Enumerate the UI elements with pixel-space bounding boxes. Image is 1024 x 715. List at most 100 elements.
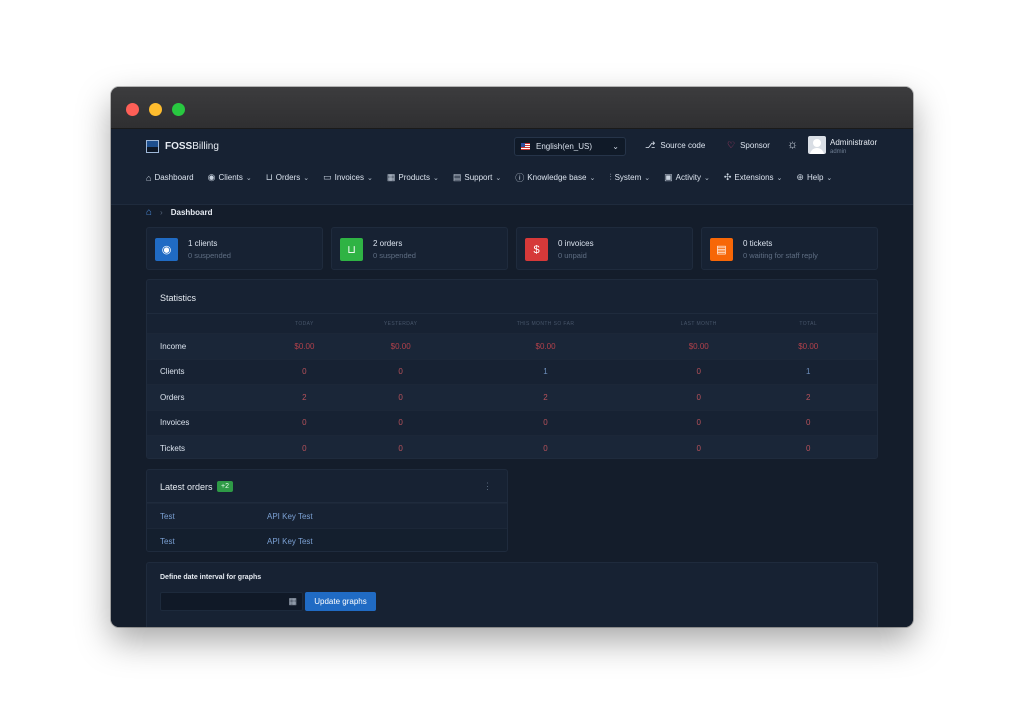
graph-date-panel: Define date interval for graphs ▦ Update… [146,562,878,627]
card-title: 2 orders [373,239,403,248]
clients-summary-card[interactable]: ◉ 1 clients 0 suspended [146,227,323,270]
column-header: Last month [680,320,717,327]
nav-clients[interactable]: ◉ Clients ⌄ [208,171,252,184]
cart-icon: ⊔ [340,238,363,261]
close-window-button[interactable] [126,103,139,116]
tickets-summary-card[interactable]: ▤ 0 tickets 0 waiting for staff reply [701,227,878,270]
source-code-link[interactable]: ⎇ Source code [645,140,705,151]
nav-activity[interactable]: ▣ Activity ⌄ [664,171,710,184]
table-row[interactable]: Test API Key Test [147,528,507,551]
nav-label: Clients [218,173,243,182]
table-cell: $0.00 [535,341,556,351]
window-titlebar [111,87,913,129]
sponsor-label: Sponsor [740,141,770,150]
table-cell: 0 [806,418,811,428]
chevron-down-icon: ⌄ [612,142,619,151]
nav-label: System [614,173,642,182]
nav-label: Orders [275,173,301,182]
sponsor-link[interactable]: ♡ Sponsor [727,140,770,151]
nav-system[interactable]: ⫶ System ⌄ [609,171,650,184]
more-vertical-icon[interactable]: ⋮ [483,481,492,492]
card-subtitle: 0 suspended [373,251,416,260]
user-name[interactable]: Administrator [830,138,877,147]
table-row: Income $0.00 $0.00 $0.00 $0.00 $0.00 [147,333,877,359]
chevron-down-icon: ⌄ [644,174,651,182]
row-label: Income [160,341,187,351]
card-title: 0 tickets [743,239,773,248]
column-header: Today [295,320,314,327]
calendar-icon[interactable]: ▦ [288,596,297,607]
puzzle-icon: ✣ [723,172,732,182]
statistics-header-row: Today Yesterday This month so far Last m… [147,314,877,333]
user-circle-icon: ◉ [155,238,178,261]
git-branch-icon: ⎇ [645,140,656,150]
column-header: This month so far [516,320,575,327]
graph-date-label: Define date interval for graphs [160,574,262,581]
dollar-icon: $ [525,238,548,261]
nav-help[interactable]: ⊕ Help ⌄ [796,171,832,184]
table-cell: 0 [696,392,701,402]
invoices-summary-card[interactable]: $ 0 invoices 0 unpaid [516,227,693,270]
breadcrumb-current: Dashboard [170,208,213,217]
maximize-window-button[interactable] [172,103,185,116]
top-header: FOSSBilling English(en_US) ⌄ ⎇ Source co… [111,129,913,205]
summary-cards: ◉ 1 clients 0 suspended ⊔ 2 orders 0 sus… [146,227,878,270]
nav-knowledge-base[interactable]: ⓘ Knowledge base ⌄ [515,171,595,184]
chevron-down-icon: ⌄ [495,174,502,182]
orders-summary-card[interactable]: ⊔ 2 orders 0 suspended [331,227,508,270]
chevron-down-icon: ⌄ [432,174,439,182]
nav-label: Products [398,173,430,182]
chevron-down-icon: ⌄ [367,174,373,182]
cart-icon: ⊔ [265,172,273,182]
table-cell: 0 [806,443,811,453]
theme-toggle-sun-icon[interactable]: ☼ [787,137,798,151]
message-icon: ▤ [452,172,462,182]
logo-text-rest: Billing [192,141,219,152]
table-cell: 0 [696,418,701,428]
nav-products[interactable]: ▦ Products ⌄ [387,171,439,184]
language-select[interactable]: English(en_US) ⌄ [514,137,626,156]
nav-extensions[interactable]: ✣ Extensions ⌄ [724,171,783,184]
avatar[interactable] [808,136,826,154]
home-icon: ⌂ [146,172,152,183]
us-flag-icon [521,143,530,150]
card-subtitle: 0 waiting for staff reply [743,251,818,260]
nav-orders[interactable]: ⊔ Orders ⌄ [266,171,309,184]
user-role: admin [830,149,847,155]
table-row[interactable]: Test API Key Test [147,503,507,528]
nav-label: Extensions [734,173,774,182]
logo-icon [146,140,159,153]
table-cell: 2 [806,392,811,402]
date-range-input[interactable]: ▦ [160,592,303,611]
row-label: Invoices [160,418,190,428]
foss-billing-logo[interactable]: FOSSBilling [146,140,219,153]
row-label: Clients [160,367,185,377]
nav-dashboard[interactable]: ⌂ Dashboard [146,171,194,184]
table-cell: $0.00 [798,341,819,351]
grid-icon: ▦ [386,172,396,182]
row-label: Orders [160,392,185,402]
nav-label: Knowledge base [527,173,587,182]
table-row: Clients 0 0 1 0 1 [147,358,877,385]
update-graphs-button[interactable]: Update graphs [305,592,376,611]
logo-text-bold: FOSS [165,141,193,152]
table-cell: 0 [398,443,403,453]
order-product-link[interactable]: API Key Test [267,512,313,521]
language-label: English(en_US) [536,142,593,151]
source-code-label: Source code [660,141,706,150]
table-cell: 0 [543,443,548,453]
card-subtitle: 0 suspended [188,251,231,260]
card-subtitle: 0 unpaid [558,251,587,260]
table-cell: 0 [543,418,548,428]
order-product-link[interactable]: API Key Test [267,537,313,546]
minimize-window-button[interactable] [149,103,162,116]
home-icon[interactable]: ⌂ [146,207,152,218]
nav-invoices[interactable]: ▭ Invoices ⌄ [323,171,373,184]
main-nav: ⌂ Dashboard ◉ Clients ⌄ ⊔ Orders ⌄ ▭ Inv… [146,171,846,184]
order-client-link[interactable]: Test [147,537,267,546]
table-cell: $0.00 [390,341,411,351]
nav-support[interactable]: ▤ Support ⌄ [453,171,501,184]
message-icon: ▤ [710,238,733,261]
order-client-link[interactable]: Test [147,512,267,521]
table-cell: 0 [696,443,701,453]
